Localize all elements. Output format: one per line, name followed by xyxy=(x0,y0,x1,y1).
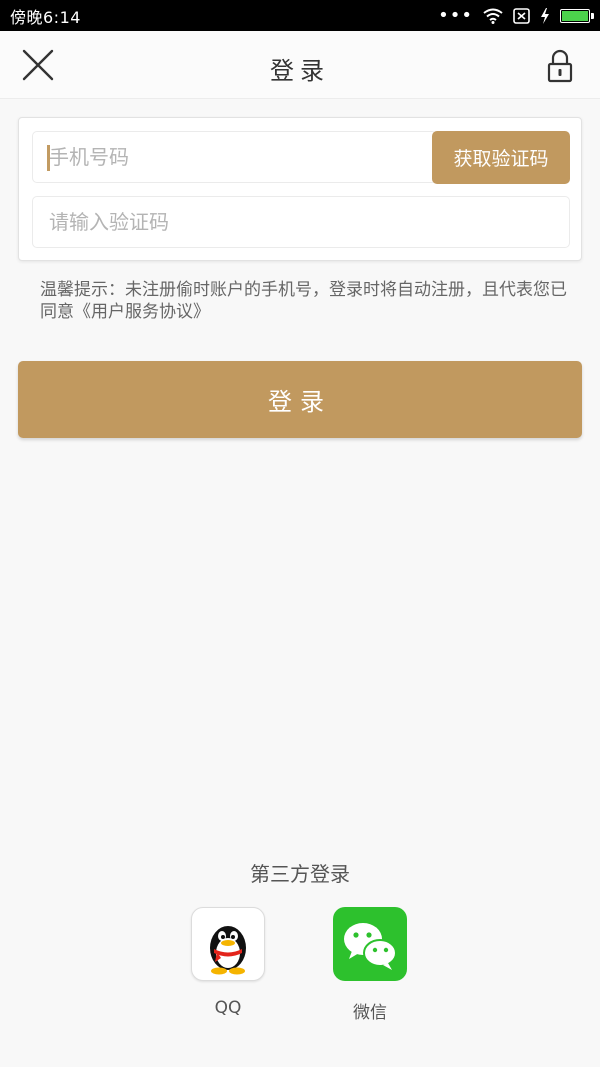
phone-input[interactable] xyxy=(33,132,436,182)
nav-bar: 登录 xyxy=(0,31,600,99)
login-button[interactable]: 登录 xyxy=(18,361,582,438)
qq-login[interactable]: QQ xyxy=(178,907,278,1018)
page-title: 登录 xyxy=(270,57,330,85)
lock-icon[interactable] xyxy=(546,49,574,83)
status-time: 傍晚6:14 xyxy=(10,7,81,27)
battery-icon xyxy=(560,8,594,23)
signal-dots: ••• xyxy=(438,4,473,26)
get-code-button[interactable]: 获取验证码 xyxy=(432,131,570,184)
no-sim-icon xyxy=(513,7,530,24)
battery-fill xyxy=(562,10,588,21)
charging-icon xyxy=(541,7,549,24)
phone-field-wrapper xyxy=(32,131,437,183)
status-bar: 傍晚6:14 ••• xyxy=(0,0,600,31)
qq-icon[interactable] xyxy=(191,907,265,981)
wifi-icon xyxy=(483,8,503,24)
code-field-wrapper xyxy=(32,196,570,248)
status-icons: ••• xyxy=(438,4,594,26)
qq-penguin-graphic xyxy=(210,926,246,975)
wechat-bubbles-graphic xyxy=(344,923,397,970)
registration-tip: 温馨提示：未注册偷时账户的手机号，登录时将自动注册，且代表您已同意《用户服务协议… xyxy=(40,280,567,322)
text-caret xyxy=(47,145,50,171)
third-party-title: 第三方登录 xyxy=(250,862,350,886)
qq-label: QQ xyxy=(214,998,242,1018)
wechat-login[interactable]: 微信 xyxy=(320,907,420,1023)
wechat-label: 微信 xyxy=(353,1003,387,1023)
wechat-icon[interactable] xyxy=(333,907,407,981)
verification-code-input[interactable] xyxy=(33,197,569,247)
login-form-card: 获取验证码 xyxy=(18,117,582,261)
